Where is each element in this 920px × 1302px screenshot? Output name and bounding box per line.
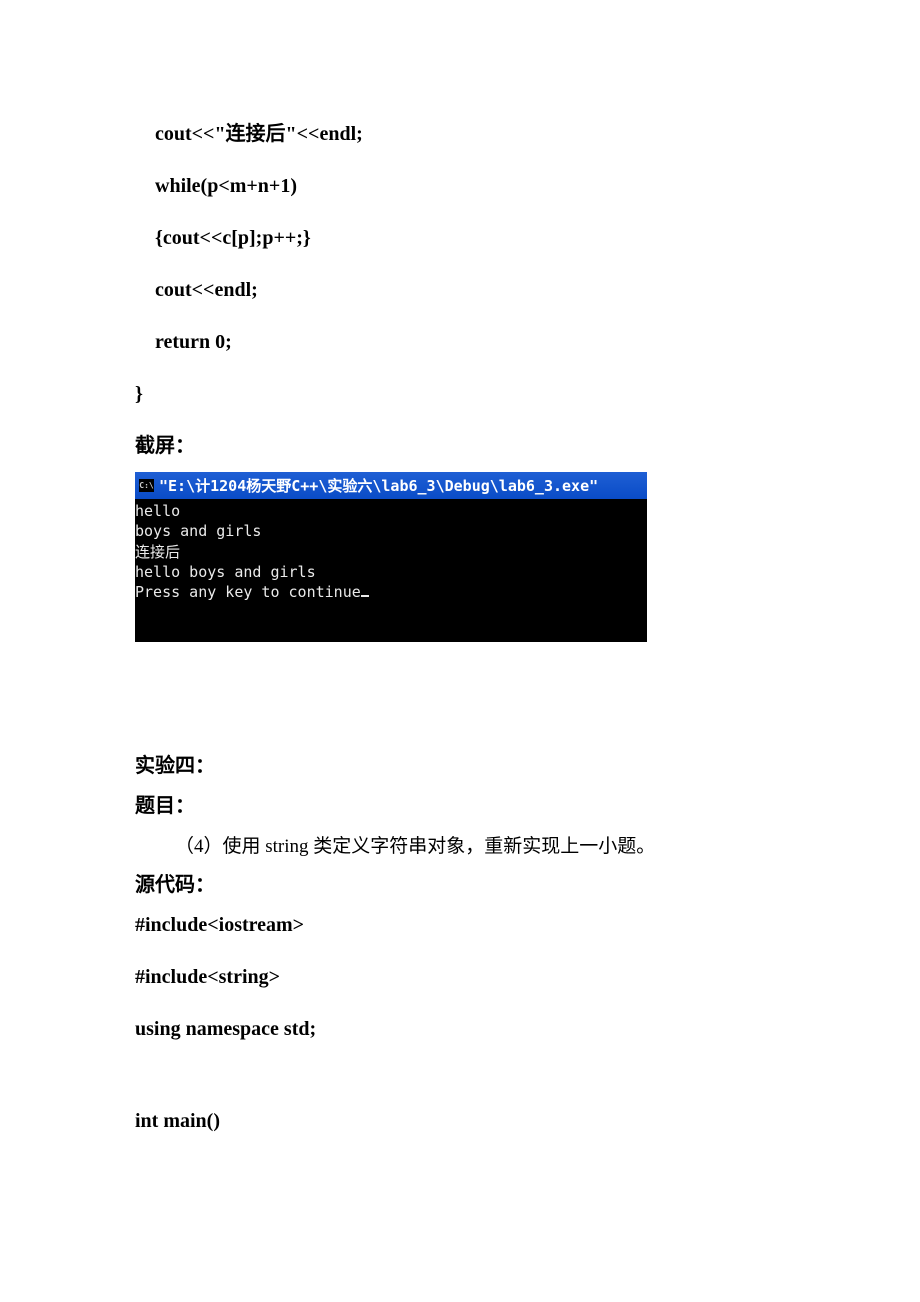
terminal-window: C:\ "E:\计1204杨天野C++\实验六\lab6_3\Debug\lab… [135,472,647,642]
code-line: #include<string> [135,963,785,991]
terminal-output: hello boys and girls 连接后 hello boys and … [135,499,647,642]
code-line: {cout<<c[p];p++;} [135,224,785,252]
code-line: return 0; [135,328,785,356]
source-label: 源代码： [135,871,785,899]
code-line: cout<<"连接后"<<endl; [135,120,785,148]
screenshot-label: 截屏： [135,432,785,460]
subject-text: （4）使用 string 类定义字符串对象，重新实现上一小题。 [135,832,785,862]
code-line: cout<<endl; [135,276,785,304]
code-line: #include<iostream> [135,911,785,939]
cursor-icon [361,595,369,597]
code-line: int main() [135,1107,785,1135]
cmd-icon: C:\ [139,479,154,492]
experiment-title: 实验四： [135,752,785,780]
subject-label: 题目： [135,792,785,820]
terminal-titlebar: C:\ "E:\计1204杨天野C++\实验六\lab6_3\Debug\lab… [135,472,647,499]
code-line: using namespace std; [135,1015,785,1043]
closing-brace: } [135,380,785,408]
terminal-title-text: "E:\计1204杨天野C++\实验六\lab6_3\Debug\lab6_3.… [159,475,598,496]
code-line: while(p<m+n+1) [135,172,785,200]
